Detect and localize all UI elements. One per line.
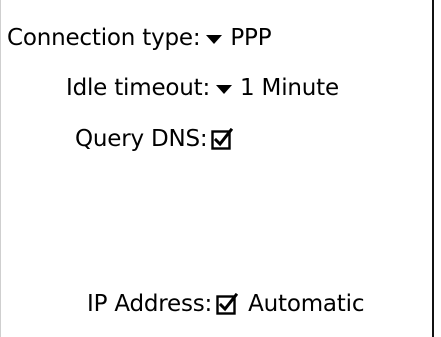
right-edge [432,0,434,337]
query-dns-label: Query DNS: [75,126,208,152]
idle-timeout-row: Idle timeout: 1 Minute [66,71,339,105]
query-dns-row: Query DNS: [75,122,234,156]
idle-timeout-label: Idle timeout: [66,75,211,101]
checked-box-icon [216,293,239,315]
connection-type-trigger[interactable]: PPP [206,25,272,51]
ip-address-checkbox[interactable] [216,293,239,315]
checked-box-icon [211,128,234,150]
connection-type-value: PPP [230,25,272,51]
connection-type-row: Connection type: PPP [7,21,272,55]
network-details-screen: Connection type: PPP Idle timeout: 1 Min… [0,0,441,337]
query-dns-checkbox[interactable] [211,128,234,150]
connection-type-label: Connection type: [7,25,201,51]
ip-address-automatic-label: Automatic [248,291,365,317]
dropdown-triangle-icon [206,34,223,44]
idle-timeout-trigger[interactable]: 1 Minute [216,75,339,101]
left-edge [0,0,1,337]
dropdown-triangle-icon [216,84,233,94]
ip-address-label: IP Address: [87,291,213,317]
ip-address-row: IP Address: Automatic [87,287,364,321]
idle-timeout-value: 1 Minute [240,75,339,101]
